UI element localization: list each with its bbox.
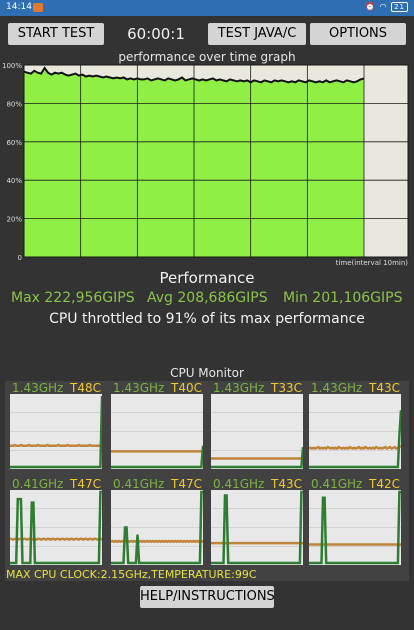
y-tick-label: 60%: [6, 139, 22, 147]
battery-icon: 21: [391, 2, 408, 12]
core-temperature-label: T40C: [171, 381, 202, 395]
start-test-button[interactable]: START TEST: [8, 23, 104, 45]
core-temperature-label: T43C: [271, 477, 302, 491]
cpu-core-chart: [211, 394, 303, 469]
cpu-core-chart: [309, 394, 401, 469]
cpu-core-chart: [211, 490, 303, 565]
wifi-icon: ◠: [379, 2, 388, 11]
x-axis-caption: time(interval 10min): [336, 259, 409, 267]
y-tick-label: 20%: [6, 216, 22, 224]
cpu-core-cell: 1.43GHz T40C: [111, 381, 203, 469]
cpu-core-chart: [111, 394, 203, 469]
performance-heading: Performance: [159, 269, 255, 287]
cpu-core-cell: 0.41GHz T42C: [309, 477, 401, 565]
cpu-core-cell: 1.43GHz T33C: [211, 381, 303, 469]
cpu-core-chart: [309, 490, 401, 565]
core-temperature-label: T43C: [369, 381, 400, 395]
core-frequency-label: 1.43GHz: [113, 381, 165, 395]
cpu-core-cell: 0.41GHz T43C: [211, 477, 303, 565]
max-performance: Max 222,956GIPS: [11, 290, 135, 306]
core-temperature-label: T42C: [369, 477, 400, 491]
temperature-line: [10, 537, 102, 541]
test-java-c-button[interactable]: TEST JAVA/C: [208, 23, 306, 45]
avg-performance: Avg 208,686GIPS: [147, 290, 268, 306]
cpu-core-cell: 1.43GHz T43C: [309, 381, 401, 469]
core-frequency-label: 1.43GHz: [12, 381, 64, 395]
core-temperature-label: T33C: [271, 381, 302, 395]
min-performance: Min 201,106GIPS: [283, 290, 403, 306]
options-button[interactable]: OPTIONS: [310, 23, 406, 45]
core-frequency-label: 0.41GHz: [113, 477, 165, 491]
max-cpu-clock: MAX CPU CLOCK:2.15GHz,TEMPERATURE:99C: [6, 568, 257, 581]
notification-icon: [33, 3, 43, 12]
y-tick-label: 40%: [6, 177, 22, 185]
core-frequency-label: 1.43GHz: [311, 381, 363, 395]
core-frequency-label: 0.41GHz: [311, 477, 363, 491]
test-timer: 60:00:1: [127, 25, 185, 43]
core-frequency-label: 0.41GHz: [213, 477, 265, 491]
core-frequency-label: 1.43GHz: [213, 381, 265, 395]
alarm-icon: ⏰: [365, 2, 376, 11]
core-temperature-label: T47C: [171, 477, 202, 491]
cpu-core-chart: [10, 490, 102, 565]
core-temperature-label: T47C: [70, 477, 101, 491]
performance-graph: 100% 80% 60% 40% 20% 0 time(interval 10min): [2, 62, 409, 267]
core-temperature-label: T48C: [70, 381, 101, 395]
cpu-core-cell: 0.41GHz T47C: [10, 477, 102, 565]
status-bar: 14:14 ⏰ ◠ 21: [0, 0, 414, 16]
cpu-core-cell: 1.43GHz T48C: [10, 381, 102, 469]
help-instructions-button[interactable]: HELP/INSTRUCTIONS: [140, 586, 275, 608]
cpu-core-chart: [10, 394, 102, 469]
cpu-core-chart: [111, 490, 203, 565]
status-time: 14:14: [6, 2, 32, 12]
throttle-summary: CPU throttled to 91% of its max performa…: [49, 311, 365, 327]
y-tick-label: 80%: [6, 100, 22, 108]
cpu-monitor-panel: 1.43GHz T48C 1.43GHz T40C 1.43GHz T33C 1.43GHz…: [5, 381, 409, 581]
cpu-monitor-title: CPU Monitor: [170, 366, 244, 380]
y-tick-label: 0: [18, 254, 22, 262]
cpu-core-cell: 0.41GHz T47C: [111, 477, 203, 565]
core-frequency-label: 0.41GHz: [12, 477, 64, 491]
y-tick-label: 100%: [2, 62, 22, 70]
system-icons: ⏰ ◠ 21: [365, 2, 408, 12]
